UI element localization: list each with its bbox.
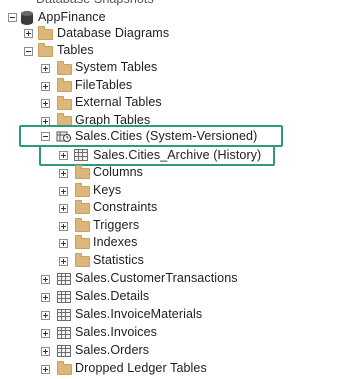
expand-toggle[interactable]	[41, 82, 50, 91]
folder-icon	[75, 235, 90, 249]
expand-toggle[interactable]	[41, 365, 50, 374]
tree-node-label: Sales.Orders	[75, 343, 150, 357]
table-icon	[57, 273, 71, 285]
tree-node-label: Sales.InvoiceMaterials	[75, 307, 203, 321]
folder-icon	[38, 26, 53, 40]
folder-icon	[75, 218, 90, 232]
folder-icon	[38, 43, 53, 57]
tree-node-sales-invoicematerials[interactable]: Sales.InvoiceMaterials	[75, 305, 202, 323]
tree-node-constraints[interactable]: Constraints	[93, 198, 157, 216]
expand-toggle[interactable]	[59, 239, 68, 248]
tree-node-label: Keys	[93, 183, 122, 197]
tree-node-dropped-ledger-tables[interactable]: Dropped Ledger Tables	[75, 359, 207, 377]
tree-node-label: Sales.Cities (System-Versioned)	[75, 129, 258, 143]
table-icon	[57, 291, 71, 303]
tree-node-label: Constraints	[93, 200, 158, 214]
tree-node-label: FileTables	[75, 78, 133, 92]
tree-node-statistics[interactable]: Statistics	[93, 251, 144, 269]
tree-node-sales-customertransactions[interactable]: Sales.CustomerTransactions	[75, 269, 238, 287]
expand-toggle[interactable]	[59, 222, 68, 231]
tree-node-label: External Tables	[75, 95, 162, 109]
tree-node-label: Sales.CustomerTransactions	[75, 271, 238, 285]
tree-node-sales-cities[interactable]: Sales.Cities (System-Versioned)	[75, 127, 257, 145]
expand-toggle[interactable]	[59, 257, 68, 266]
expand-toggle[interactable]	[59, 204, 68, 213]
tree-node-label: Columns	[93, 165, 144, 179]
tree-node-filetables[interactable]: FileTables	[75, 76, 132, 94]
tree-node-indexes[interactable]: Indexes	[93, 233, 137, 251]
expand-toggle[interactable]	[24, 29, 33, 38]
folder-icon	[75, 200, 90, 214]
tree-node-sales-invoices[interactable]: Sales.Invoices	[75, 323, 157, 341]
folder-icon	[57, 96, 72, 110]
tree-node-label: Indexes	[93, 235, 138, 249]
tree-node-database-diagrams[interactable]: Database Diagrams	[57, 24, 169, 42]
tree-node-label: Database Snapshots	[36, 0, 154, 8]
tree-node-label: Tables	[57, 43, 94, 57]
folder-icon	[57, 61, 72, 75]
folder-icon	[75, 183, 90, 197]
tree-node-label: Sales.Invoices	[75, 325, 157, 339]
tree-node-label: Sales.Details	[75, 289, 150, 303]
expand-toggle[interactable]	[41, 329, 50, 338]
tree-node-sales-orders[interactable]: Sales.Orders	[75, 341, 149, 359]
tree-node-database-snapshots[interactable]: Database Snapshots	[36, 0, 154, 8]
folder-icon	[75, 165, 90, 179]
expand-toggle[interactable]	[41, 293, 50, 302]
collapse-toggle[interactable]	[8, 13, 17, 22]
tree-node-label: Sales.Cities_Archive (History)	[93, 148, 262, 162]
folder-icon	[57, 361, 72, 375]
table-icon	[74, 149, 88, 161]
table-icon	[57, 327, 71, 339]
object-explorer-tree: Database Snapshots AppFinance Database D…	[0, 0, 340, 379]
collapse-toggle[interactable]	[24, 47, 33, 56]
expand-toggle[interactable]	[59, 187, 68, 196]
tree-node-columns[interactable]: Columns	[93, 163, 143, 181]
collapse-toggle[interactable]	[41, 132, 50, 141]
expand-toggle[interactable]	[59, 169, 68, 178]
tree-node-sales-cities-archive[interactable]: Sales.Cities_Archive (History)	[93, 146, 261, 164]
expand-toggle[interactable]	[41, 275, 50, 284]
expand-toggle[interactable]	[41, 347, 50, 356]
tree-node-sales-details[interactable]: Sales.Details	[75, 287, 149, 305]
folder-icon	[57, 78, 72, 92]
tree-node-label: System Tables	[75, 60, 158, 74]
tree-node-label: Triggers	[93, 218, 140, 232]
tree-node-system-tables[interactable]: System Tables	[75, 58, 157, 76]
tree-node-triggers[interactable]: Triggers	[93, 216, 139, 234]
system-versioned-table-icon	[56, 129, 72, 143]
expand-toggle[interactable]	[59, 151, 68, 160]
expand-toggle[interactable]	[41, 99, 50, 108]
table-icon	[57, 345, 71, 357]
tree-node-label: Statistics	[93, 253, 145, 267]
database-icon	[21, 11, 33, 25]
tree-node-external-tables[interactable]: External Tables	[75, 93, 162, 111]
tree-node-label: Dropped Ledger Tables	[75, 361, 207, 375]
folder-icon	[75, 253, 90, 267]
expand-toggle[interactable]	[41, 311, 50, 320]
tree-node-tables[interactable]: Tables	[57, 41, 94, 59]
expand-toggle[interactable]	[41, 64, 50, 73]
tree-node-keys[interactable]: Keys	[93, 181, 121, 199]
table-icon	[57, 309, 71, 321]
tree-node-label: Database Diagrams	[57, 26, 170, 40]
